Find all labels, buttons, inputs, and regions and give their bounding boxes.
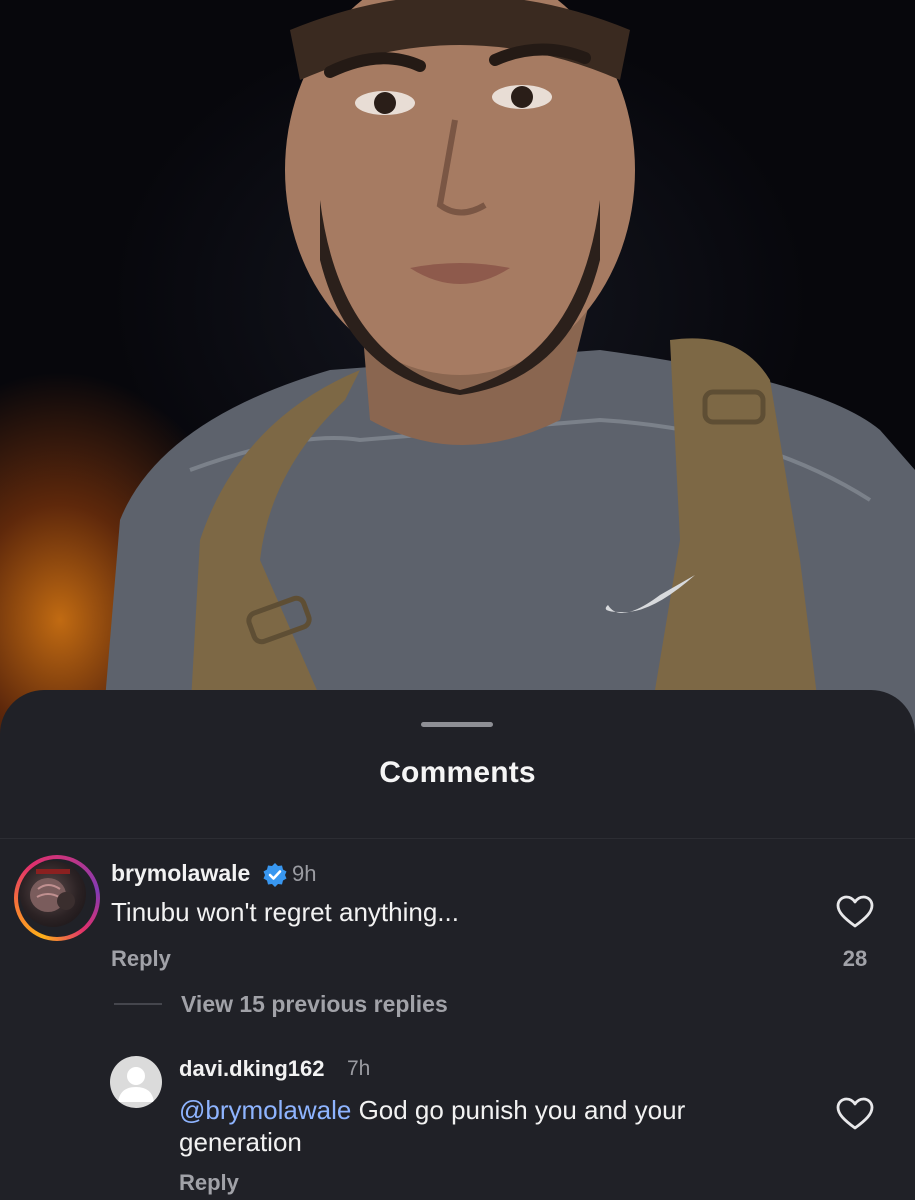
reel-video[interactable] — [0, 0, 915, 760]
video-subject-illustration — [100, 0, 915, 760]
comment-timestamp: 9h — [292, 861, 317, 886]
sheet-divider — [0, 838, 915, 839]
profile-picture-art — [30, 869, 75, 912]
profile-picture — [20, 861, 86, 927]
comment-text: Tinubu won't regret anything... — [111, 897, 459, 927]
reel-screen: Comments brymolawale 9h Tinubu won't reg… — [0, 0, 915, 1200]
reply-text: @brymolawale God go punish you and your … — [179, 1094, 799, 1158]
reply-button[interactable]: Reply — [179, 1170, 239, 1196]
reply-avatar[interactable] — [110, 1056, 162, 1108]
sheet-title: Comments — [379, 756, 536, 789]
comment-avatar[interactable] — [14, 855, 100, 941]
reply-text-line1: God go punish you and your — [351, 1095, 686, 1125]
heart-icon[interactable] — [836, 895, 874, 929]
reply-timestamp: 7h — [347, 1057, 371, 1080]
sheet-drag-handle[interactable] — [421, 722, 493, 727]
verified-badge-icon — [263, 863, 287, 887]
mention-link[interactable]: @brymolawale — [179, 1095, 351, 1125]
reply-text-line2: generation — [179, 1127, 302, 1157]
person-silhouette-icon — [118, 1067, 154, 1102]
heart-icon[interactable] — [836, 1097, 874, 1131]
like-count: 28 — [842, 946, 868, 971]
reply-username[interactable]: davi.dking162 — [179, 1056, 325, 1082]
comment-username[interactable]: brymolawale — [111, 860, 250, 887]
replies-connector-line — [114, 1003, 162, 1005]
view-previous-replies-button[interactable]: View 15 previous replies — [181, 991, 448, 1018]
reply-button[interactable]: Reply — [111, 946, 171, 972]
